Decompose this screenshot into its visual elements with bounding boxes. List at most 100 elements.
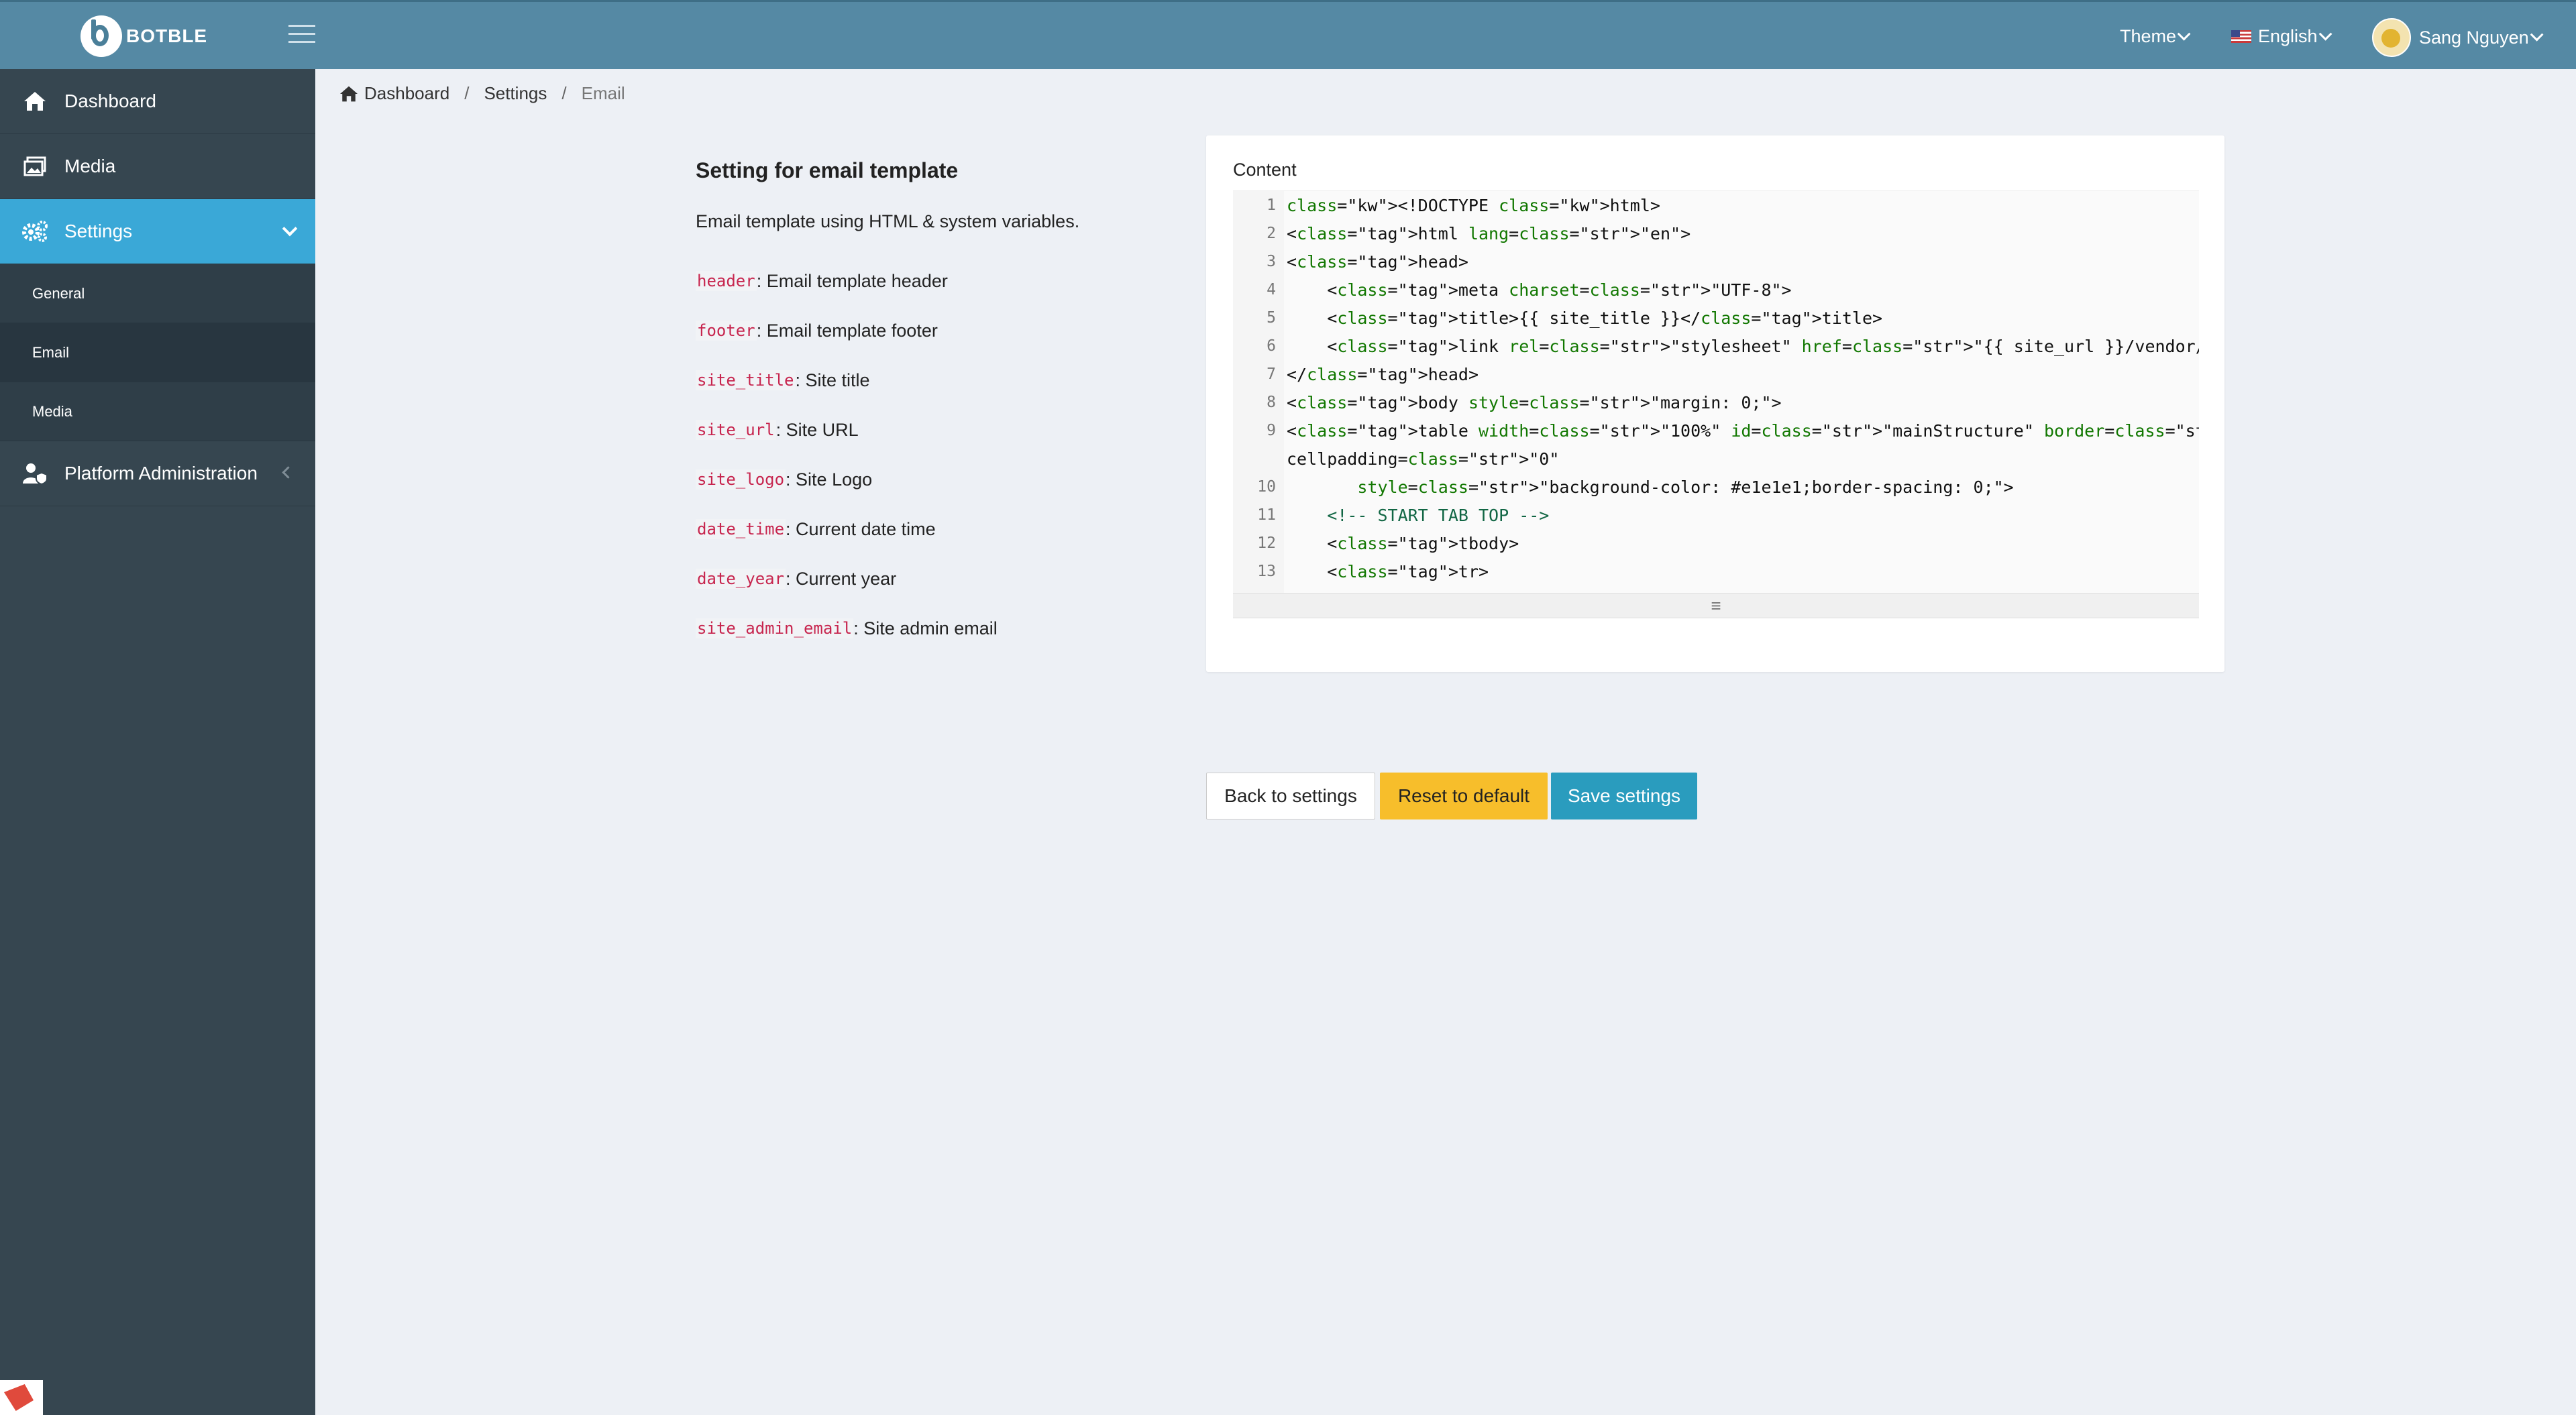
code-text: <!-- START TAB TOP --> — [1327, 505, 1550, 525]
code-line[interactable]: 4 <class="tag">meta charset=class="str">… — [1233, 276, 1792, 304]
user-menu[interactable]: Sang Nguyen — [2372, 18, 2544, 57]
code-text: <class="tag">body style=class="str">"mar… — [1287, 392, 1782, 412]
editor-resize-handle[interactable]: ≡ — [1233, 593, 2199, 618]
variable-item: footer: Email template footer — [696, 306, 1165, 355]
sidebar-item-dashboard[interactable]: Dashboard — [0, 69, 315, 134]
variable-code: site_logo — [696, 469, 786, 490]
code-line[interactable]: 8 <class="tag">body style=class="str">"ma… — [1233, 388, 1782, 416]
code-text: <class="tag">tbody> — [1287, 533, 1519, 553]
email-template-description: Setting for email template Email templat… — [696, 158, 1165, 653]
code-line[interactable]: 9 <class="tag">table width=class="str">"1… — [1233, 416, 2199, 445]
variable-desc: : Email template header — [756, 270, 948, 291]
user-shield-icon — [20, 459, 50, 488]
code-line[interactable]: 7 </class="tag">head> — [1233, 360, 1479, 388]
line-number: 4 — [1267, 281, 1276, 298]
line-number: 2 — [1267, 225, 1276, 242]
breadcrumb-link-settings[interactable]: Settings — [484, 83, 547, 104]
variable-desc: : Site admin email — [853, 618, 998, 638]
back-to-settings-button[interactable]: Back to settings — [1206, 773, 1375, 819]
variable-code: site_admin_email — [696, 618, 854, 638]
code-text: <class="tag">link rel=class="str">"style… — [1287, 336, 2199, 356]
code-text: <class="tag">meta charset=class="str">"U… — [1287, 280, 1792, 300]
home-icon — [339, 85, 359, 103]
sidebar-item-label: Platform Administration — [64, 463, 258, 484]
sidebar-subitem-media[interactable]: Media — [0, 382, 315, 441]
line-number: 7 — [1267, 365, 1276, 383]
language-label: English — [2258, 26, 2318, 46]
variable-code: footer — [696, 321, 757, 341]
code-line[interactable]: 3 <class="tag">head> — [1233, 247, 1468, 276]
brand-name: BOTBLE — [126, 25, 208, 46]
us-flag-icon — [2231, 30, 2251, 43]
save-settings-button[interactable]: Save settings — [1551, 773, 1697, 819]
variable-desc: : Site title — [795, 370, 870, 390]
line-number: 6 — [1267, 337, 1276, 355]
variable-item: header: Email template header — [696, 256, 1165, 306]
variable-desc: : Email template footer — [756, 320, 938, 341]
code-line[interactable]: cellpadding=class="str">"0" — [1233, 445, 1559, 473]
sidebar-subitem-label: General — [32, 284, 85, 302]
variable-item: site_admin_email: Site admin email — [696, 604, 1165, 653]
line-number: 5 — [1267, 309, 1276, 327]
content-label: Content — [1233, 160, 1297, 180]
breadcrumb-link-dashboard[interactable]: Dashboard — [364, 83, 449, 104]
chevron-left-icon — [282, 466, 294, 479]
breadcrumb-separator: / — [464, 83, 470, 103]
variable-item: site_logo: Site Logo — [696, 455, 1165, 504]
brand-logo[interactable]: BOTBLE — [80, 15, 207, 57]
breadcrumb-current: Email — [581, 83, 625, 103]
variable-code: header — [696, 271, 757, 291]
variable-code: site_url — [696, 420, 776, 440]
variable-desc: : Site URL — [775, 419, 859, 440]
breadcrumb-separator: / — [561, 83, 567, 103]
menu-toggle-icon[interactable] — [288, 25, 315, 48]
code-line[interactable]: 11 <!-- START TAB TOP --> — [1233, 501, 1549, 529]
code-line[interactable]: 13 <class="tag">tr> — [1233, 557, 1489, 585]
content-panel: Content 1 class="kw"><!DOCTYPE class="kw"… — [1206, 135, 2224, 672]
line-number: 11 — [1257, 506, 1276, 524]
code-text: cellpadding=class="str">"0" — [1287, 449, 1560, 469]
home-icon — [20, 87, 50, 116]
theme-dropdown[interactable]: Theme — [2120, 26, 2191, 47]
code-line[interactable]: 1 class="kw"><!DOCTYPE class="kw">html> — [1233, 191, 1660, 219]
breadcrumb: Dashboard / Settings / Email — [339, 83, 625, 104]
top-navbar: BOTBLE Theme English Sang Nguyen — [0, 0, 2576, 69]
code-editor[interactable]: 1 class="kw"><!DOCTYPE class="kw">html> 2 <… — [1233, 190, 2199, 593]
variable-desc: : Current year — [786, 568, 897, 589]
sidebar-subitem-email[interactable]: Email — [0, 323, 315, 382]
variable-item: site_title: Site title — [696, 355, 1165, 405]
chevron-down-icon — [2177, 27, 2191, 41]
code-line[interactable]: 5 <class="tag">title>{{ site_title }}</c… — [1233, 304, 1882, 332]
variable-desc: : Current date time — [786, 518, 936, 539]
variable-item: date_year: Current year — [696, 554, 1165, 604]
line-number: 12 — [1257, 534, 1276, 552]
line-number: 3 — [1267, 253, 1276, 270]
line-number: 1 — [1267, 196, 1276, 214]
sidebar-item-label: Dashboard — [64, 91, 156, 111]
language-dropdown[interactable]: English — [2231, 26, 2332, 47]
reset-to-default-button[interactable]: Reset to default — [1380, 773, 1548, 819]
sidebar: Dashboard Media Settings General Email M… — [0, 69, 315, 1415]
sidebar-subitem-label: Email — [32, 343, 70, 361]
theme-label: Theme — [2120, 26, 2177, 46]
botble-logo-icon — [80, 15, 122, 57]
code-line[interactable]: 2 <class="tag">html lang=class="str">"en"… — [1233, 219, 1690, 247]
sidebar-item-platform-administration[interactable]: Platform Administration — [0, 441, 315, 506]
sidebar-subitem-general[interactable]: General — [0, 264, 315, 323]
code-text: <class="tag">html lang=class="str">"en"> — [1287, 223, 1691, 243]
code-line[interactable]: 12 <class="tag">tbody> — [1233, 529, 1519, 557]
chevron-down-icon — [2318, 27, 2332, 41]
code-text: </class="tag">head> — [1287, 364, 1479, 384]
code-line[interactable]: 10 style=class="str">"background-color: … — [1233, 473, 2014, 501]
line-number: 13 — [1257, 563, 1276, 580]
code-text: style=class="str">"background-color: #e1… — [1357, 477, 2014, 497]
sidebar-item-media[interactable]: Media — [0, 134, 315, 199]
sidebar-item-settings[interactable]: Settings — [0, 199, 315, 264]
line-number: 8 — [1267, 394, 1276, 411]
user-name: Sang Nguyen — [2419, 27, 2529, 48]
sidebar-item-label: Settings — [64, 221, 133, 241]
variable-item: date_time: Current date time — [696, 504, 1165, 554]
code-line[interactable]: 6 <class="tag">link rel=class="str">"sty… — [1233, 332, 2199, 360]
code-text: <class="tag">tr> — [1287, 561, 1489, 581]
debug-badge-icon[interactable] — [0, 1380, 43, 1415]
